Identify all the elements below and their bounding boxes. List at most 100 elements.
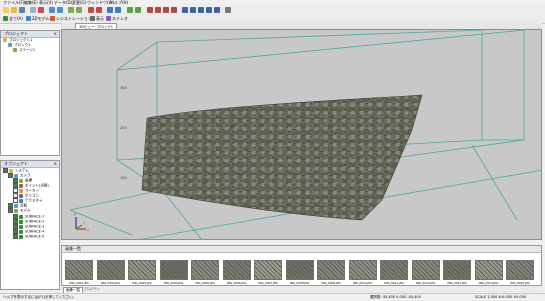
close-icon[interactable]: × [54,31,57,37]
mode-all[interactable]: 全て(A) [3,16,23,21]
coordinate-icon [19,178,23,183]
mode-stereo[interactable]: ステレオ [106,16,128,21]
tree-item-label: マーカー [25,188,39,193]
axis-z-label: Z [74,212,76,216]
view-reset-icon[interactable] [214,7,220,13]
tree-item-label: ポイント(点群) [25,183,49,188]
image-thumbnail[interactable] [65,260,93,280]
image-thumbnail[interactable] [222,260,251,280]
open-folder-icon[interactable] [11,7,17,13]
camera-icon[interactable] [68,7,74,13]
copy-icon[interactable] [30,7,36,13]
image-thumbnail[interactable] [474,260,503,280]
polygon-icon [19,193,23,198]
select-icon[interactable] [107,7,113,13]
tree-item[interactable]: モデル [8,208,31,213]
view-top-icon[interactable] [198,7,204,13]
align-icon[interactable] [76,7,82,13]
tab-properties[interactable]: プロパティ [81,287,102,292]
surface-icon [19,229,23,234]
image-thumbnail[interactable] [285,260,314,280]
thumbnail-label: IMG_0001.JPG [69,281,89,285]
cancel-all-icon[interactable] [96,7,102,13]
points-icon[interactable] [147,7,153,13]
rotate-icon[interactable] [127,7,133,13]
menu-view[interactable]: 表示(V) [39,1,53,5]
delete-icon[interactable] [38,7,44,13]
tree-item-label: システム [15,168,29,173]
menu-data[interactable]: データ(D) [54,1,72,5]
grid-toggle-icon[interactable] [225,7,231,13]
mode-2d-model[interactable]: 2Dモデル [26,16,50,21]
tree-item-label: SURFACE-3 [25,224,45,229]
mode-registration-label: レジストレーション [56,16,92,21]
axis-x-label: X [87,228,89,232]
image-thumbnail[interactable] [159,260,188,280]
mode-registration[interactable]: レジストレーション [50,16,92,21]
thumbnail-label: IMG_0013.JPG [447,281,467,285]
image-thumbnail[interactable] [191,260,219,280]
texture-icon[interactable] [163,7,169,13]
surface-icon [19,219,23,224]
mode-display-label: 表示 [96,16,104,21]
surface-icon [19,214,23,219]
tree-item-label: 座標 [25,178,32,183]
tree-item-label: SURFACE-2 [25,219,45,224]
folder-icon [3,38,7,42]
image-thumbnail[interactable] [443,260,471,280]
tree-item-label: カメラ [20,173,31,178]
export-icon[interactable] [57,7,63,13]
image-thumbnail[interactable] [411,260,440,280]
save-icon[interactable] [19,7,25,13]
thumbnail-label: IMG_0015.JPG [510,281,530,285]
3d-viewport[interactable]: 300 200 100 Z X Y [61,29,542,240]
axis-label-200: 200 [120,126,127,130]
globe-icon [3,16,8,21]
object-panel-title: オブジェクト × [1,161,59,168]
tree-item-label: SURFACE-4 [25,229,45,234]
marker-icon [19,188,23,193]
tree-item[interactable]: SURFACE-5 [13,234,44,239]
mesh-icon[interactable] [155,7,161,13]
image-list-title-text: 画像一覧 [65,246,81,251]
menu-file[interactable]: ファイル(F) [3,1,24,5]
tree-item-stage-label: ステージ1 [19,48,36,52]
image-list-title: 画像一覧 [62,246,541,253]
zoom-icon[interactable] [135,7,141,13]
thumbnail-label: IMG_0008.JPG [289,281,310,285]
view-side-icon[interactable] [190,7,196,13]
view-front-icon[interactable] [182,7,188,13]
move-icon[interactable] [115,7,121,13]
model-icon [14,208,18,213]
image-thumbnail[interactable] [317,260,345,280]
mode-2d-label: 2Dモデル [32,16,50,21]
scene-canvas[interactable]: 300 200 100 Z X Y [62,30,542,240]
cancel-x-icon[interactable] [88,7,94,13]
axis-y-label: Y [83,221,85,225]
menu-edit[interactable]: 編集(E) [24,1,38,5]
thumbnail-label: IMG_0012.JPG [415,281,436,285]
image-thumbnail[interactable] [380,260,408,280]
stereo-icon [106,16,111,21]
menu-help[interactable]: ヘルプ(H) [110,1,128,5]
model-icon[interactable] [171,7,177,13]
image-thumbnail[interactable] [348,260,377,280]
image-thumbnail[interactable] [254,260,282,280]
image-thumbnail[interactable] [506,260,534,280]
menu-change[interactable]: 変更(G) [72,1,86,5]
import-icon[interactable] [49,7,55,13]
visibility-checkbox[interactable] [13,234,18,239]
new-project-icon[interactable] [3,7,9,13]
image-thumbnail[interactable] [96,260,125,280]
visibility-checkbox[interactable] [8,208,13,213]
mode-display[interactable]: 表示 [90,16,104,21]
tree-item-label: SURFACE-5 [25,234,45,239]
point-cloud-icon [14,203,18,208]
mode-stereo-label: ステレオ [112,16,128,21]
tree-item-stage[interactable]: ステージ1 [13,48,35,53]
view-3d-icon[interactable] [206,7,212,13]
project-panel: プロジェクト × プロジェクト1 ブロック1 ステージ1 [0,30,60,156]
image-thumbnail[interactable] [128,260,156,280]
tree-item-block-label: ブロック1 [14,43,31,47]
close-icon[interactable]: × [54,161,57,167]
